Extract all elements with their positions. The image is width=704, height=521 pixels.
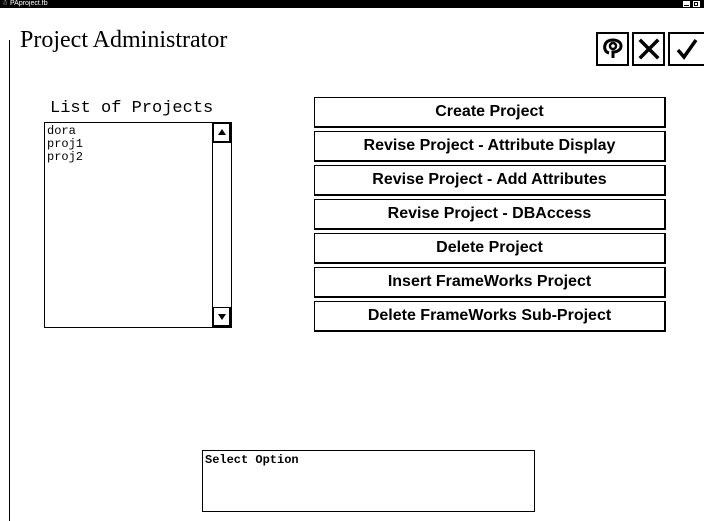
scroll-up-arrow-icon[interactable] <box>213 123 231 143</box>
help-icon <box>602 38 623 58</box>
window-title-bar[interactable]: ☃ PAproject.fb <box>0 0 704 8</box>
create-project-button[interactable]: Create Project <box>314 97 666 128</box>
window-title: PAproject.fb <box>10 0 48 7</box>
insert-frameworks-project-button[interactable]: Insert FrameWorks Project <box>314 267 666 298</box>
status-message-box: Select Option <box>202 450 535 512</box>
projects-list[interactable]: dora proj1 proj2 <box>44 122 213 328</box>
status-text: Select Option <box>205 453 299 467</box>
page-title: Project Administrator <box>20 27 228 53</box>
revise-add-attributes-button[interactable]: Revise Project - Add Attributes <box>314 165 666 196</box>
project-item-proj2[interactable]: proj2 <box>45 151 212 164</box>
maximize-button[interactable] <box>692 0 701 8</box>
ok-button[interactable] <box>668 32 704 66</box>
delete-frameworks-subproject-button[interactable]: Delete FrameWorks Sub-Project <box>314 301 666 332</box>
window-left-border <box>9 40 10 521</box>
cancel-button[interactable] <box>632 32 665 66</box>
scroll-down-arrow-icon[interactable] <box>213 307 231 327</box>
close-icon <box>638 38 659 60</box>
revise-dbaccess-button[interactable]: Revise Project - DBAccess <box>314 199 666 230</box>
delete-project-button[interactable]: Delete Project <box>314 233 666 264</box>
projects-list-label: List of Projects <box>50 99 214 118</box>
minimize-button[interactable] <box>682 0 691 8</box>
app-icon: ☃ <box>1 0 9 7</box>
projects-list-scrollbar[interactable] <box>213 122 232 328</box>
revise-attribute-display-button[interactable]: Revise Project - Attribute Display <box>314 131 666 162</box>
check-icon <box>676 38 698 60</box>
help-button[interactable] <box>596 32 629 66</box>
